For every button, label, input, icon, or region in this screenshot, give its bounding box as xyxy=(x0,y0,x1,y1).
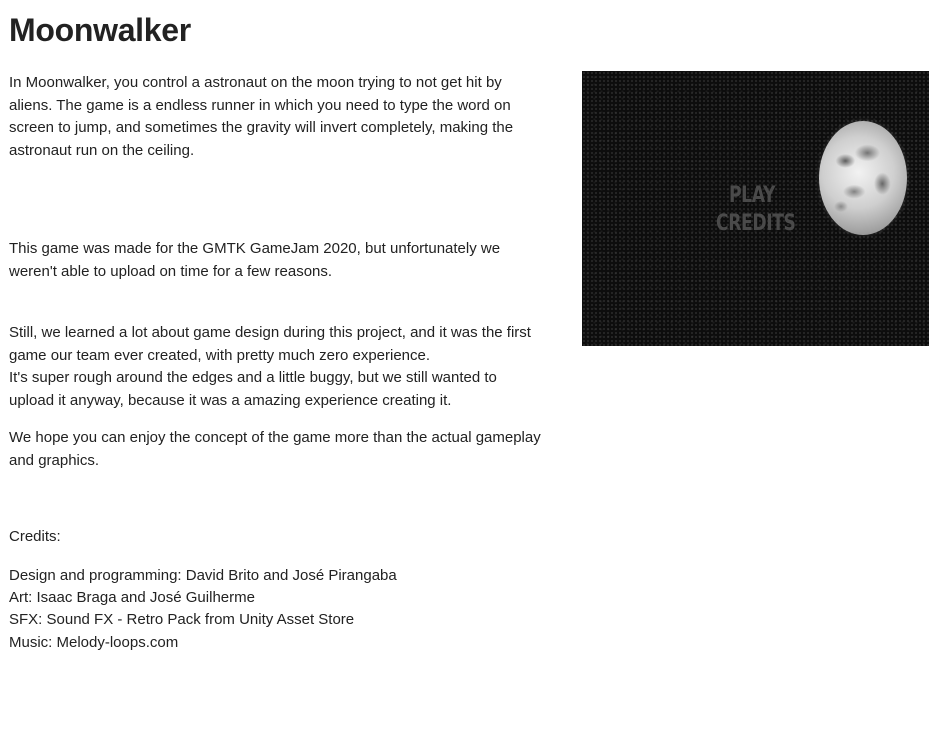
intro-paragraph: In Moonwalker, you control a astronaut o… xyxy=(9,74,514,159)
jam-paragraph: This game was made for the GMTK GameJam … xyxy=(9,240,501,280)
screenshot-play-label: PLAY xyxy=(729,183,776,208)
game-screenshot: PLAY CREDITS xyxy=(582,71,929,346)
credits-line: SFX: Sound FX - Retro Pack from Unity As… xyxy=(9,611,355,628)
hope-paragraph: We hope you can enjoy the concept of the… xyxy=(9,429,541,469)
credits-line: Art: Isaac Braga and José Guilherme xyxy=(9,589,255,606)
learned-paragraph: Still, we learned a lot about game desig… xyxy=(9,324,531,409)
page-title: Moonwalker xyxy=(9,12,191,48)
game-page: Moonwalker In Moonwalker, you control a … xyxy=(9,0,929,750)
moon-icon xyxy=(819,121,907,235)
screenshot-credits-label: CREDITS xyxy=(716,211,796,236)
credits-line: Music: Melody-loops.com xyxy=(9,634,179,651)
credits-heading: Credits: xyxy=(9,528,61,545)
credits-line: Design and programming: David Brito and … xyxy=(9,567,397,584)
